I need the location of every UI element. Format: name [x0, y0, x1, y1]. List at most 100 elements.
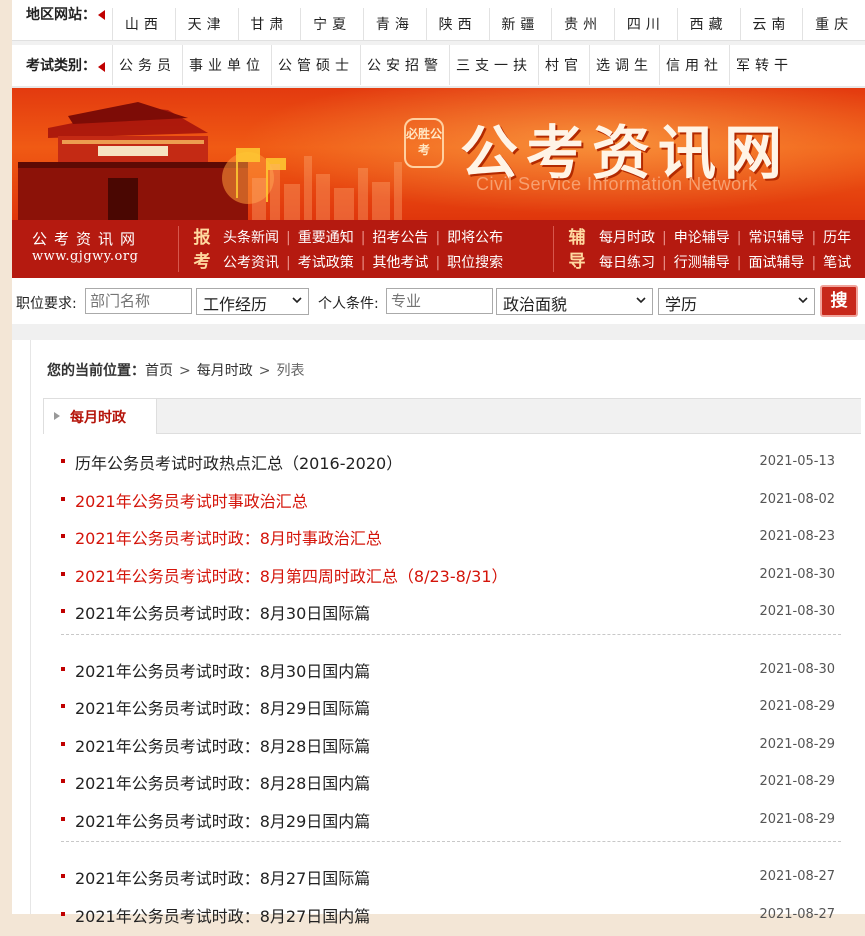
- exam-category-link[interactable]: 军转干: [729, 45, 799, 85]
- article-list: 历年公务员考试时政热点汇总（2016-2020）2021-05-132021年公…: [61, 446, 841, 936]
- article-title-link[interactable]: 2021年公务员考试时政：8月29日国内篇: [75, 808, 370, 832]
- article-title-link[interactable]: 2021年公务员考试时政：8月27日国际篇: [75, 865, 370, 889]
- article-date: 2021-08-29: [759, 774, 835, 789]
- region-link[interactable]: 贵州: [551, 8, 614, 40]
- exam-category-link[interactable]: 公管硕士: [271, 45, 360, 85]
- bullet-icon: [61, 817, 65, 821]
- article-date: 2021-08-29: [759, 737, 835, 752]
- exam-category-link[interactable]: 公安招警: [360, 45, 449, 85]
- exam-category-link[interactable]: 事业单位: [182, 45, 271, 85]
- region-link[interactable]: 宁夏: [300, 8, 363, 40]
- article-item: 2021年公务员考试时政：8月27日国内篇 2021-08-27: [61, 899, 841, 936]
- region-link[interactable]: 四川: [614, 8, 677, 40]
- menu-link[interactable]: 头条新闻: [223, 226, 279, 251]
- region-link[interactable]: 山西: [112, 8, 175, 40]
- menu-link[interactable]: 考试政策: [298, 251, 354, 276]
- article-title-link[interactable]: 2021年公务员考试时政：8月29日国际篇: [75, 695, 370, 719]
- department-input[interactable]: [85, 288, 192, 314]
- menu-link[interactable]: 每月时政: [599, 226, 655, 251]
- education-select[interactable]: 学历: [658, 288, 815, 315]
- menu-link[interactable]: 重要通知: [298, 226, 354, 251]
- article-title-link[interactable]: 2021年公务员考试时政：8月第四周时政汇总（8/23-8/31）: [75, 563, 508, 587]
- experience-select[interactable]: 工作经历: [196, 288, 309, 315]
- section-gap: [12, 324, 865, 340]
- chevron-down-icon: [636, 295, 646, 305]
- menu-link[interactable]: 行测辅导: [674, 251, 730, 276]
- menu-link[interactable]: 每日练习: [599, 251, 655, 276]
- political-status-select[interactable]: 政治面貌: [496, 288, 653, 315]
- article-title-link[interactable]: 2021年公务员考试时政：8月28日国内篇: [75, 770, 370, 794]
- region-link[interactable]: 甘肃: [238, 8, 301, 40]
- major-input[interactable]: [386, 288, 493, 314]
- menu-brand: 公考资讯网 www.gjgwy.org: [12, 220, 172, 278]
- exam-category-link[interactable]: 三支一扶: [449, 45, 538, 85]
- tag-char: 考: [191, 250, 213, 274]
- tab-label: 每月时政: [70, 407, 126, 427]
- exam-category-link[interactable]: 公务员: [112, 45, 182, 85]
- region-link[interactable]: 重庆: [802, 8, 865, 40]
- region-link[interactable]: 青海: [363, 8, 426, 40]
- search-button[interactable]: 搜: [820, 285, 858, 317]
- article-item: 2021年公务员考试时事政治汇总2021-08-02: [61, 484, 841, 522]
- article-title-link[interactable]: 2021年公务员考试时事政治汇总: [75, 488, 308, 512]
- article-date: 2021-08-27: [759, 907, 835, 922]
- menu-divider: |: [804, 251, 823, 276]
- article-date: 2021-08-30: [759, 662, 835, 677]
- bullet-icon: [61, 667, 65, 671]
- menu-link[interactable]: 其他考试: [372, 251, 428, 276]
- bullet-icon: [61, 609, 65, 613]
- region-link[interactable]: 西藏: [677, 8, 740, 40]
- menu-divider: |: [730, 251, 749, 276]
- bullet-icon: [61, 874, 65, 878]
- menu-divider: |: [730, 226, 749, 251]
- menu-row: 每月时政|申论辅导|常识辅导|历年: [599, 226, 851, 251]
- region-nav-label: 地区网站：: [12, 0, 110, 40]
- article-title-link[interactable]: 2021年公务员考试时政：8月30日国际篇: [75, 600, 370, 624]
- article-title-link[interactable]: 2021年公务员考试时政：8月时事政治汇总: [75, 525, 382, 549]
- menu-link[interactable]: 笔试: [823, 251, 851, 276]
- menu-link[interactable]: 即将公布: [447, 226, 503, 251]
- personal-conditions-label: 个人条件:: [318, 293, 379, 313]
- menu-link[interactable]: 常识辅导: [748, 226, 804, 251]
- article-title-link[interactable]: 历年公务员考试时政热点汇总（2016-2020）: [75, 450, 402, 474]
- menu-row: 公考资讯|考试政策|其他考试|职位搜索: [223, 251, 503, 276]
- tag-char: 报: [191, 226, 213, 250]
- menu-group-fudao-tag: 辅 导: [566, 226, 588, 274]
- menu-link[interactable]: 职位搜索: [447, 251, 503, 276]
- triangle-right-icon: [54, 412, 60, 420]
- menu-separator: [178, 226, 179, 272]
- region-link[interactable]: 云南: [740, 8, 803, 40]
- list-divider: [61, 634, 841, 654]
- article-date: 2021-08-23: [759, 529, 835, 544]
- bullet-icon: [61, 497, 65, 501]
- menu-link[interactable]: 历年: [823, 226, 851, 251]
- tab-monthly-politics[interactable]: 每月时政: [43, 398, 157, 434]
- exam-category-link[interactable]: 选调生: [589, 45, 659, 85]
- article-item: 2021年公务员考试时政：8月29日国际篇2021-08-29: [61, 691, 841, 729]
- article-title-link[interactable]: 2021年公务员考试时政：8月30日国内篇: [75, 658, 370, 682]
- breadcrumb-home[interactable]: 首页: [145, 363, 173, 379]
- breadcrumb-section[interactable]: 每月时政: [197, 363, 253, 379]
- bullet-icon: [61, 742, 65, 746]
- menu-row: 头条新闻|重要通知|招考公告|即将公布: [223, 226, 503, 251]
- article-item: 历年公务员考试时政热点汇总（2016-2020）2021-05-13: [61, 446, 841, 484]
- menu-link[interactable]: 面试辅导: [748, 251, 804, 276]
- region-link[interactable]: 天津: [175, 8, 238, 40]
- menu-divider: |: [655, 226, 674, 251]
- exam-category-link[interactable]: 信用社: [659, 45, 729, 85]
- article-title-link[interactable]: 2021年公务员考试时政：8月27日国内篇: [75, 903, 370, 927]
- region-link[interactable]: 新疆: [489, 8, 552, 40]
- region-link[interactable]: 陕西: [426, 8, 489, 40]
- menu-link[interactable]: 招考公告: [372, 226, 428, 251]
- bullet-icon: [61, 779, 65, 783]
- left-margin: [0, 0, 12, 914]
- education-select-value: 学历: [665, 295, 697, 314]
- article-item: 2021年公务员考试时政：8月30日国际篇2021-08-30: [61, 596, 841, 634]
- exam-category-link[interactable]: 村官: [538, 45, 589, 85]
- menu-link[interactable]: 公考资讯: [223, 251, 279, 276]
- exam-nav-items: 公务员事业单位公管硕士公安招警三支一扶村官选调生信用社军转干: [112, 45, 865, 85]
- article-date: 2021-08-30: [759, 567, 835, 582]
- menu-divider: |: [279, 226, 298, 251]
- article-title-link[interactable]: 2021年公务员考试时政：8月28日国际篇: [75, 733, 370, 757]
- menu-link[interactable]: 申论辅导: [674, 226, 730, 251]
